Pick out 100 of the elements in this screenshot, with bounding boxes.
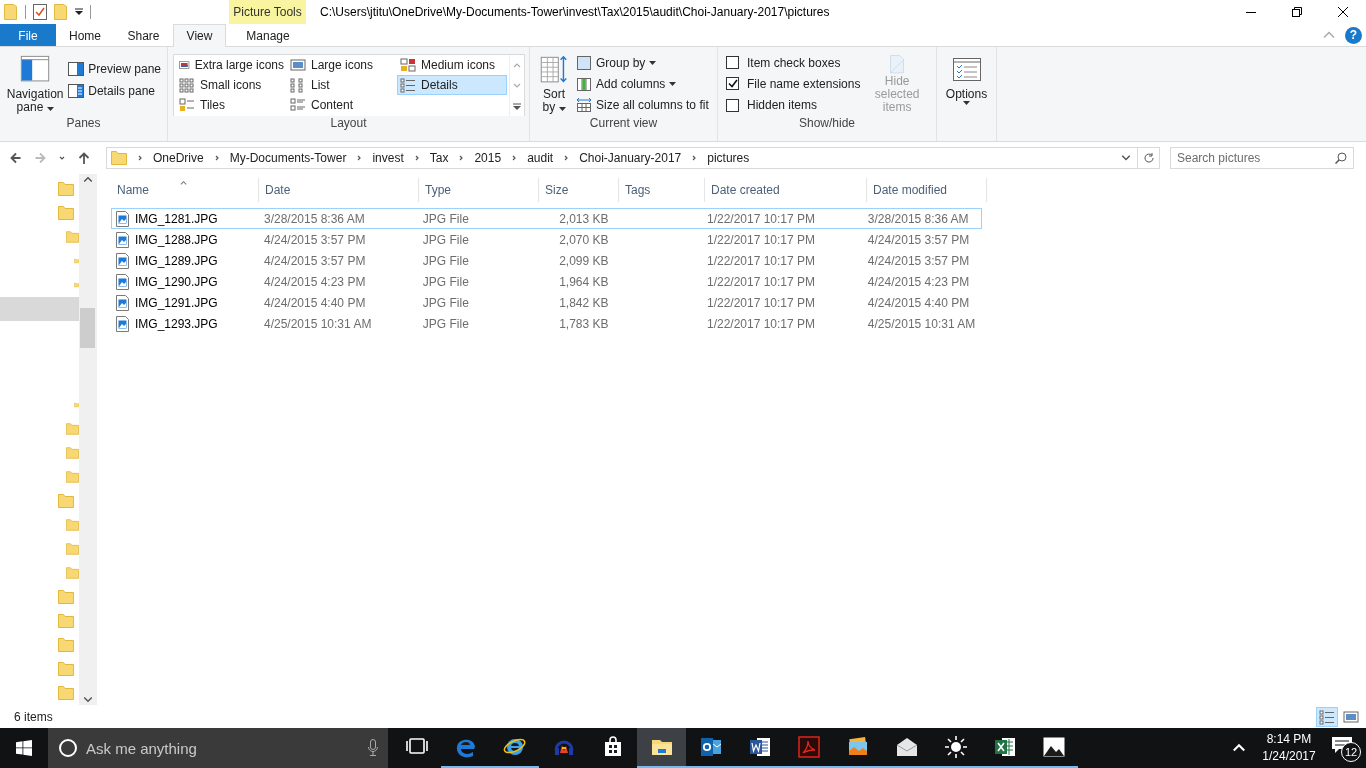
file-row[interactable]: IMG_1281.JPG 3/28/2015 8:36 AM JPG File 2,013 KB 1/22/2017 10:17 PM 3/28/2015 8:36 AM <box>111 208 982 229</box>
layout-option[interactable]: Large icons <box>287 55 397 75</box>
ribbon-tab[interactable]: View <box>173 24 226 47</box>
folder-icon[interactable] <box>54 4 68 20</box>
navigation-pane-button[interactable]: Navigation pane <box>4 52 67 116</box>
grid-view-icon <box>400 57 416 73</box>
table-cell: JPG File <box>422 295 469 310</box>
layout-option[interactable]: Extra large icons <box>176 55 287 75</box>
refresh-button[interactable] <box>1138 147 1160 169</box>
help-icon[interactable]: ? <box>1345 26 1362 44</box>
sort-by-button[interactable]: Sort by <box>534 52 574 116</box>
mail-app-icon <box>698 735 723 759</box>
close-icon <box>1338 7 1348 17</box>
view-option-button[interactable]: Group by <box>574 52 711 74</box>
scroll-up-icon <box>82 174 93 184</box>
pane-button[interactable]: Details pane <box>66 80 163 102</box>
dropdown-icon[interactable] <box>75 8 83 16</box>
checklist-icon[interactable] <box>33 4 47 20</box>
file-row[interactable]: IMG_1290.JPG 4/24/2015 4:23 PM JPG File 1,964 KB 1/22/2017 10:17 PM 4/24/2015 4:23 PM <box>111 271 982 292</box>
taskbar-app-button[interactable] <box>637 728 686 768</box>
breadcrumb[interactable]: Tax <box>429 151 449 165</box>
file-name: IMG_1290.JPG <box>135 274 218 289</box>
folder-icon[interactable] <box>4 4 18 20</box>
up-icon <box>78 152 90 164</box>
file-row[interactable]: IMG_1293.JPG 4/25/2015 10:31 AM JPG File 1,783 KB 1/22/2017 10:17 PM 4/25/2015 10:31 AM <box>111 313 982 334</box>
view-option-button[interactable]: Size all columns to fit <box>574 94 711 116</box>
breadcrumb[interactable]: audit <box>527 151 554 165</box>
clock[interactable]: 8:14 PM 1/24/2017 <box>1256 731 1322 765</box>
breadcrumb[interactable]: 2015 <box>474 151 502 165</box>
checkbox-label: File name extensions <box>747 77 861 91</box>
notifications-button[interactable]: 12 <box>1322 736 1366 760</box>
item-count: 6 items <box>14 709 53 724</box>
windows-logo-icon <box>16 740 32 756</box>
breadcrumb[interactable]: pictures <box>707 151 750 165</box>
folder-icon <box>58 182 74 196</box>
file-row[interactable]: IMG_1289.JPG 4/24/2015 3:57 PM JPG File 2,099 KB 1/22/2017 10:17 PM 4/24/2015 3:57 PM <box>111 250 982 271</box>
landscape-icon <box>1041 735 1066 759</box>
table-cell: 1,842 KB <box>559 295 609 310</box>
breadcrumb[interactable]: My-Documents-Tower <box>229 151 347 165</box>
column-header[interactable]: Date modified <box>867 178 987 202</box>
layout-option[interactable]: Content <box>287 95 397 115</box>
ribbon-tab[interactable]: Share <box>114 24 173 46</box>
taskbar-search-field[interactable]: Ask me anything <box>48 728 388 768</box>
circle-icon <box>58 738 78 758</box>
column-header[interactable]: Date <box>259 178 419 202</box>
details-pane-icon <box>68 84 85 98</box>
sort-ascending-icon <box>179 180 188 187</box>
column-header[interactable]: Type <box>419 178 539 202</box>
resize-columns-icon <box>576 97 592 114</box>
table-cell: JPG File <box>422 316 469 331</box>
layout-option[interactable]: Details <box>397 75 507 95</box>
checkbox[interactable] <box>726 77 739 91</box>
pane-button[interactable]: Preview pane <box>66 58 163 80</box>
microphone-icon[interactable] <box>368 739 378 757</box>
ribbon-tab[interactable]: File <box>0 24 56 46</box>
breadcrumb[interactable]: invest <box>372 151 404 165</box>
checkbox[interactable] <box>726 56 739 70</box>
ribbon-tab[interactable]: Manage <box>230 24 306 46</box>
column-header[interactable]: Name <box>111 178 259 202</box>
table-cell: 1/22/2017 10:17 PM <box>706 316 816 331</box>
more-icon[interactable] <box>513 102 521 111</box>
spreadsheet-app-icon <box>992 735 1017 759</box>
details-view-icon <box>400 77 416 93</box>
envelope-icon <box>894 735 919 759</box>
file-row[interactable]: IMG_1288.JPG 4/24/2015 3:57 PM JPG File 2,070 KB 1/22/2017 10:17 PM 4/24/2015 3:57 PM <box>111 229 982 250</box>
table-cell: JPG File <box>422 232 469 247</box>
layout-option[interactable]: Small icons <box>176 75 287 95</box>
address-bar[interactable]: OneDrive My-Documents-Tower invest Tax 2015 audit Choi-January-2017 pictures <box>106 147 1138 169</box>
chevron-right-icon <box>136 154 144 162</box>
layout-option[interactable]: List <box>287 75 397 95</box>
file-name: IMG_1293.JPG <box>135 316 218 331</box>
layout-option[interactable]: Tiles <box>176 95 287 115</box>
column-header[interactable]: Size <box>539 178 619 202</box>
file-name: IMG_1291.JPG <box>135 295 218 310</box>
table-cell: JPG File <box>422 253 469 268</box>
checkbox[interactable] <box>726 98 739 112</box>
group-label: Show/hide <box>797 116 856 132</box>
breadcrumb[interactable]: Choi-January-2017 <box>579 151 682 165</box>
table-cell: 4/24/2015 4:23 PM <box>867 274 970 289</box>
document-app-icon <box>747 735 772 759</box>
column-header[interactable]: Tags <box>619 178 705 202</box>
options-button[interactable]: Options <box>941 52 992 116</box>
scrollbar-thumb[interactable] <box>80 308 95 348</box>
search-field[interactable]: Search pictures <box>1170 147 1354 169</box>
layout-option[interactable]: Medium icons <box>397 55 507 75</box>
view-toggle-button[interactable] <box>1316 706 1338 727</box>
restore-icon <box>1292 7 1302 17</box>
contextual-tab-header: Picture Tools <box>229 0 306 24</box>
ribbon-tab[interactable]: Home <box>56 24 114 46</box>
content-view-icon <box>290 97 306 113</box>
back-icon <box>10 152 22 164</box>
file-row[interactable]: IMG_1291.JPG 4/24/2015 4:40 PM JPG File 1,842 KB 1/22/2017 10:17 PM 4/24/2015 4:40 PM <box>111 292 982 313</box>
caret-icon <box>649 60 657 65</box>
table-cell: 1/22/2017 10:17 PM <box>706 274 816 289</box>
table-cell: 1/22/2017 10:17 PM <box>706 253 816 268</box>
view-option-button[interactable]: Add columns <box>574 73 711 95</box>
caret-icon <box>669 82 677 86</box>
address-dropdown-icon <box>1121 152 1131 162</box>
breadcrumb[interactable]: OneDrive <box>153 151 204 165</box>
column-header[interactable]: Date created <box>705 178 867 202</box>
